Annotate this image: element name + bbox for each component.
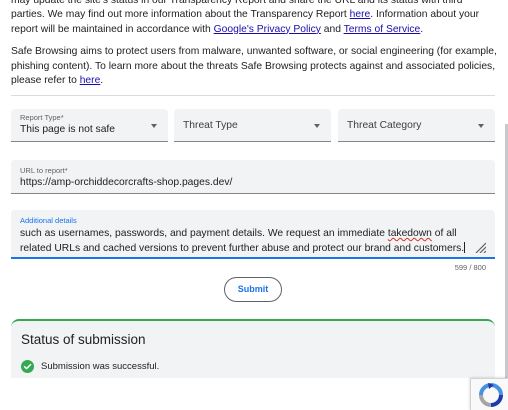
url-field[interactable]: URL to report* https://amp-orchiddecorcr… — [11, 160, 495, 194]
intro-text: may update the site's status in our Tran… — [11, 0, 499, 88]
check-circle-icon — [21, 360, 34, 373]
intro-text-segment: . — [100, 75, 104, 87]
intro-paragraph-safe-browsing: Safe Browsing aims to protect users from… — [11, 45, 499, 88]
intro-text-segment: may find out more information about the … — [65, 9, 350, 21]
intro-text-segment: . — [420, 23, 424, 35]
status-title: Status of submission — [21, 332, 146, 347]
submit-button[interactable]: Submit — [224, 277, 282, 302]
report-type-value: This page is not safe — [20, 124, 116, 135]
recaptcha-logo-icon — [479, 383, 503, 407]
safe-browsing-policies-link[interactable]: here — [80, 75, 101, 86]
status-message: Submission was successful. — [41, 361, 160, 372]
threat-type-placeholder: Threat Type — [183, 120, 238, 131]
details-text-segment: such as usernames, passwords, and paymen… — [20, 228, 388, 239]
dropdown-arrow-icon — [478, 124, 484, 128]
submission-status-card: Status of submission Submission was succ… — [11, 319, 495, 378]
additional-details-field[interactable]: Additional details such as usernames, pa… — [11, 210, 495, 259]
spellcheck-flagged-word: takedown — [387, 228, 432, 239]
additional-details-label: Additional details — [20, 216, 77, 225]
url-field-value[interactable]: https://amp-orchiddecorcrafts-shop.pages… — [20, 177, 232, 188]
text-caret — [464, 241, 466, 253]
dropdown-arrow-icon — [314, 124, 320, 128]
report-type-label: Report Type* — [20, 113, 64, 122]
report-type-select[interactable]: Report Type* This page is not safe — [11, 109, 168, 142]
privacy-policy-link[interactable]: Google's Privacy Policy — [214, 24, 321, 35]
threat-type-select[interactable]: Threat Type — [174, 109, 331, 142]
terms-of-service-link[interactable]: Terms of Service — [344, 24, 421, 35]
intro-paragraph-transparency: may update the site's status in our Tran… — [11, 0, 499, 37]
intro-text-segment: and — [320, 23, 344, 35]
character-counter: 599 / 800 — [454, 263, 486, 272]
url-field-label: URL to report* — [20, 166, 68, 175]
threat-category-placeholder: Threat Category — [347, 120, 422, 131]
transparency-report-link[interactable]: here — [350, 9, 371, 20]
additional-details-text[interactable]: such as usernames, passwords, and paymen… — [20, 227, 485, 256]
dropdown-arrow-icon — [151, 124, 157, 128]
resize-handle-icon[interactable] — [474, 241, 486, 253]
threat-category-select[interactable]: Threat Category — [338, 109, 495, 142]
section-divider — [11, 95, 495, 96]
recaptcha-badge[interactable] — [470, 378, 508, 410]
